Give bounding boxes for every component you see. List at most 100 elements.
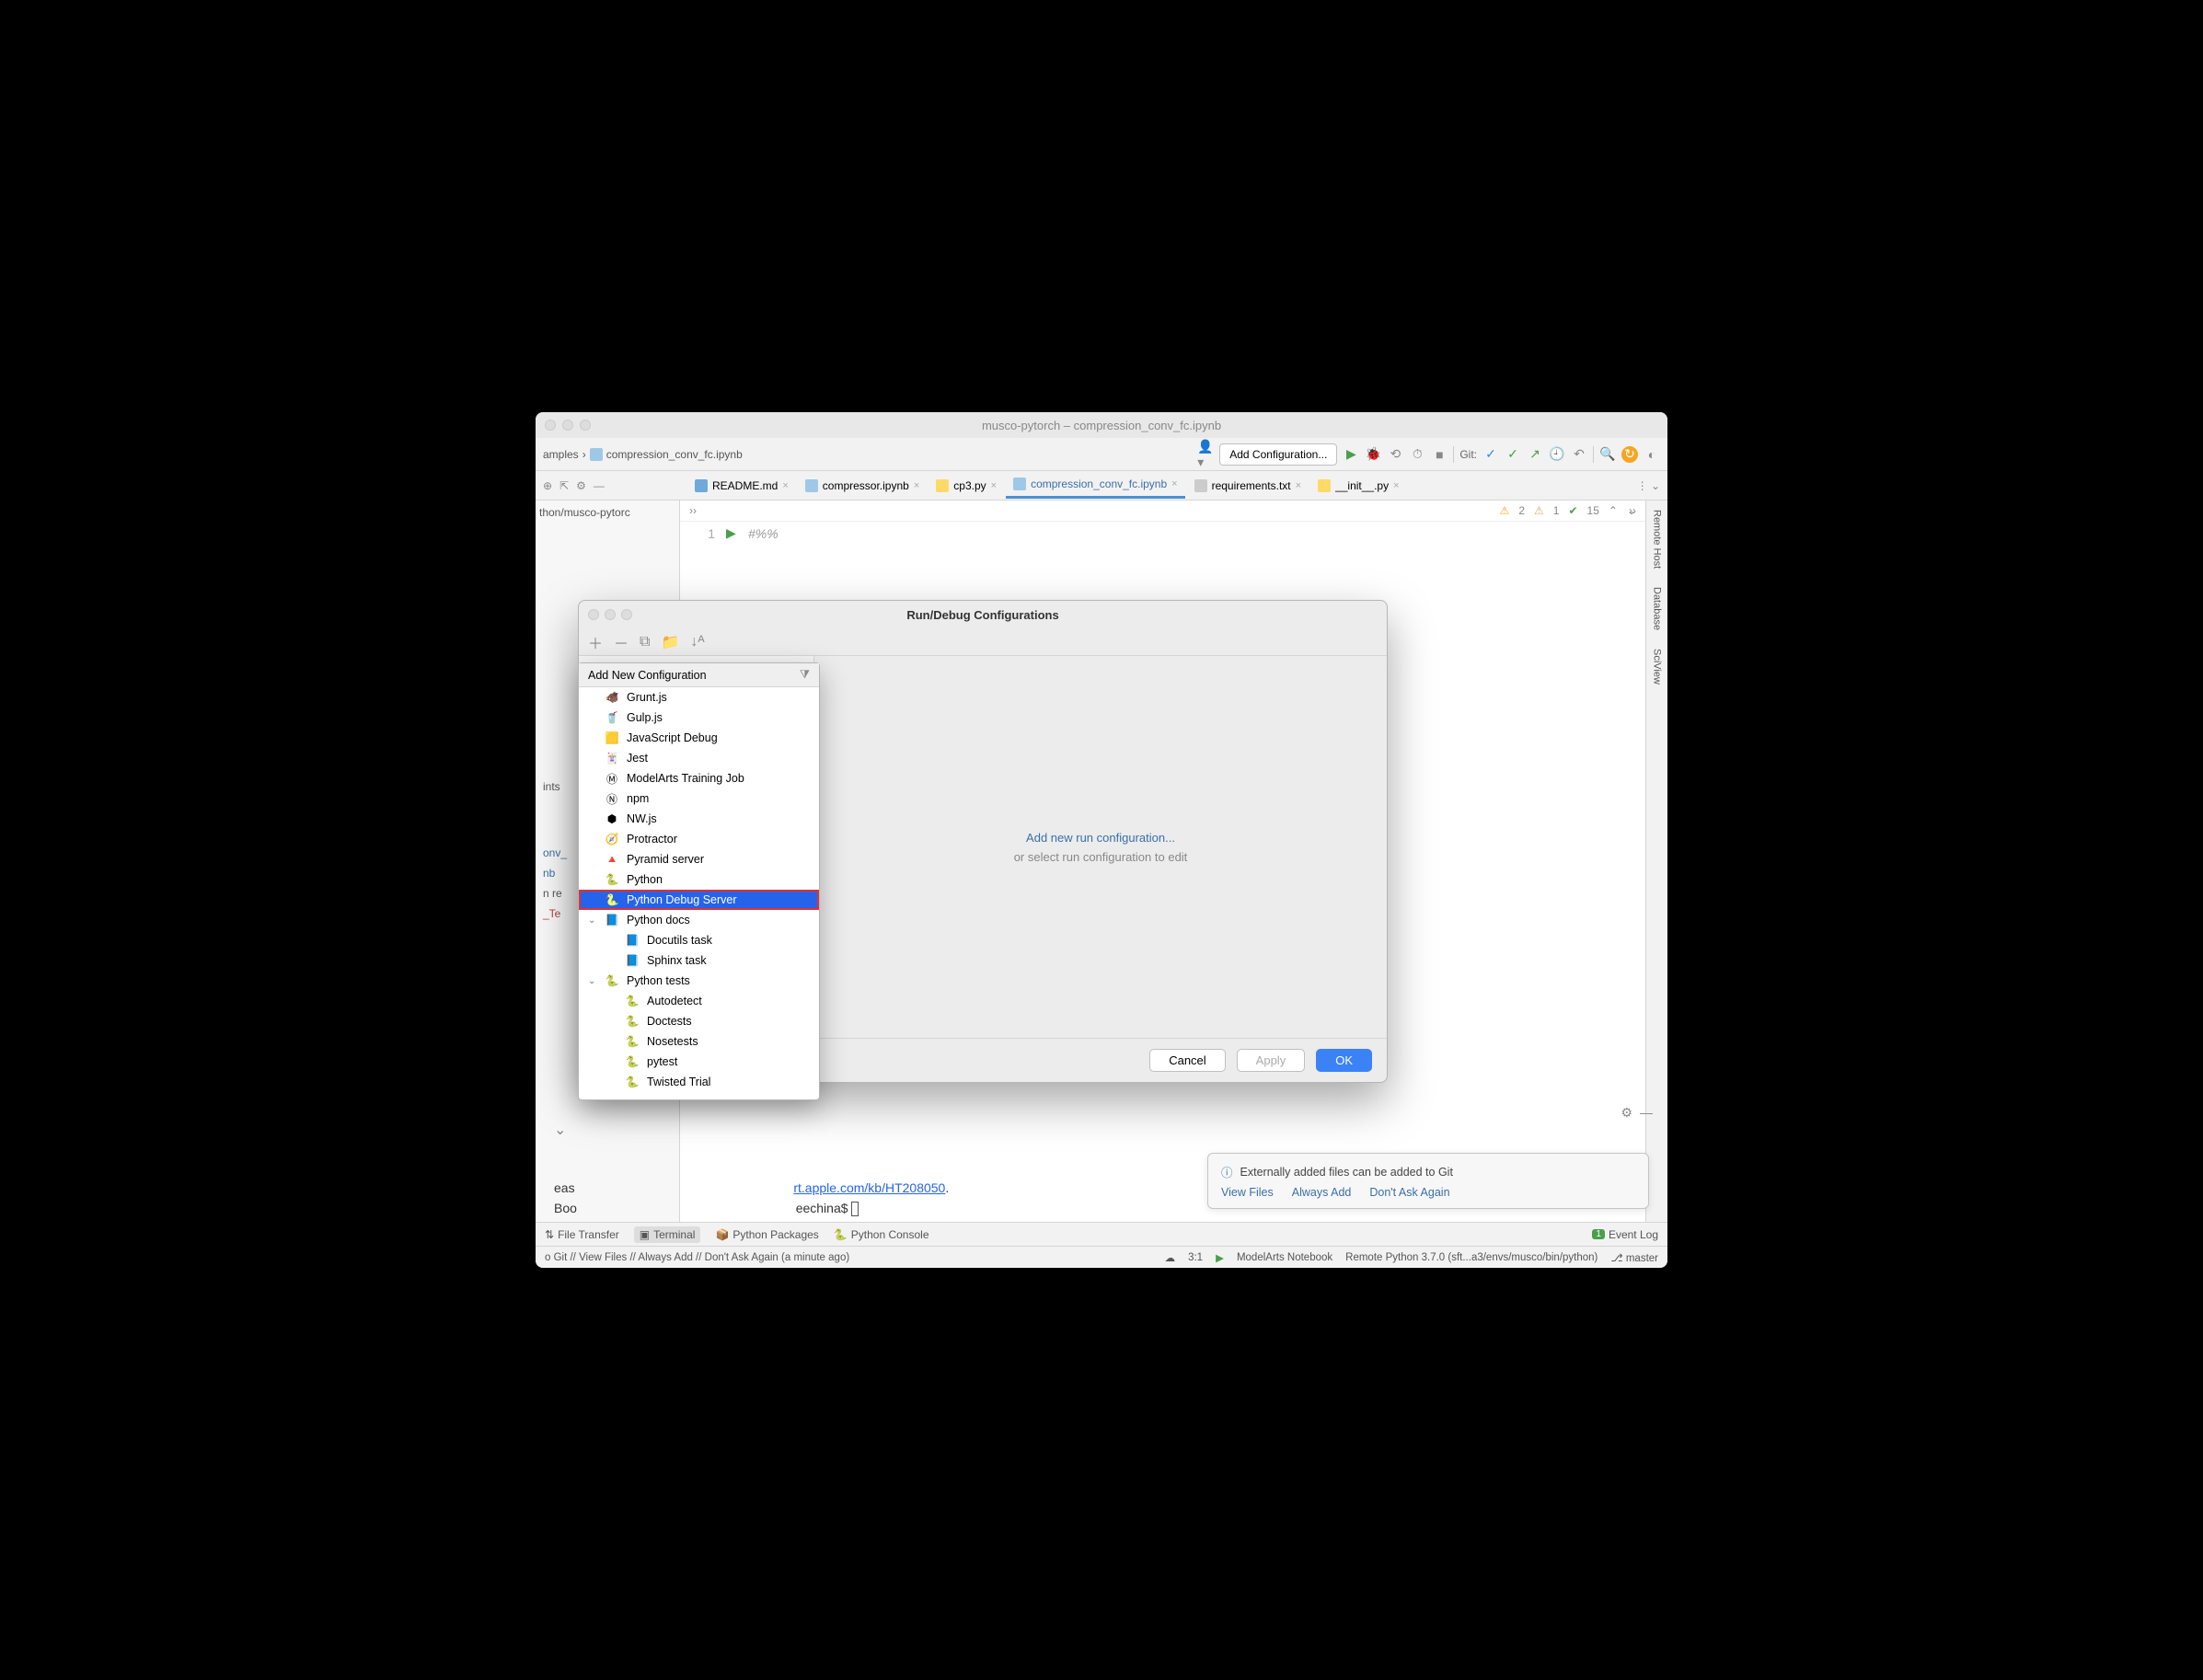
search-icon[interactable]: 🔍 <box>1599 446 1616 463</box>
remove-icon[interactable]: － <box>614 631 629 653</box>
max-dot[interactable] <box>621 609 632 620</box>
database-tab[interactable]: Database <box>1652 587 1663 630</box>
tab-dropdown-icon[interactable]: ⋮ ⌄ <box>1637 479 1667 492</box>
popup-list[interactable]: 🐗Grunt.js🥤Gulp.js🟨JavaScript Debug🃏JestⓂ… <box>579 687 819 1099</box>
close-dot[interactable] <box>588 609 599 620</box>
always-add-link[interactable]: Always Add <box>1292 1186 1352 1199</box>
config-type-item[interactable]: ⌄🐍Python tests <box>579 971 819 991</box>
apply-button[interactable]: Apply <box>1237 1049 1306 1072</box>
chevron-icon[interactable]: ›› <box>689 504 697 517</box>
git-commit-icon[interactable]: ✓ <box>1505 446 1521 463</box>
stop-icon[interactable]: ■ <box>1431 446 1448 463</box>
sort-icon[interactable]: ↓ᴬ <box>690 634 704 650</box>
close-icon[interactable]: × <box>1171 478 1177 489</box>
expand-caret-icon[interactable]: ⌄ <box>588 915 595 926</box>
add-config-link[interactable]: Add new run configuration... <box>1026 831 1175 845</box>
gear-icon[interactable]: ⚙ <box>576 479 586 492</box>
project-path[interactable]: thon/musco-pytorc <box>539 504 675 521</box>
max-dot[interactable] <box>580 420 591 431</box>
terminal-link[interactable]: rt.apple.com/kb/HT208050 <box>793 1180 945 1195</box>
rollback-icon[interactable]: ↶ <box>1571 446 1587 463</box>
python-packages-tab[interactable]: 📦 Python Packages <box>715 1228 818 1241</box>
config-type-item[interactable]: 📘Docutils task <box>579 930 819 950</box>
folder-icon[interactable]: 📁 <box>661 633 679 651</box>
editor-tab[interactable]: cp3.py× <box>928 473 1004 499</box>
debug-icon[interactable]: 🐞 <box>1365 446 1381 463</box>
git-branch[interactable]: ⎇ master <box>1610 1251 1658 1264</box>
run-icon[interactable]: ▶ <box>1343 446 1359 463</box>
down-icon[interactable]: ⌄ <box>1627 504 1636 517</box>
ide-update-icon[interactable]: ↻ <box>1621 446 1638 463</box>
hide-icon[interactable]: — <box>594 479 605 492</box>
config-type-item[interactable]: 🐍pytest <box>579 1052 819 1072</box>
run-cell-icon[interactable]: ▶ <box>726 525 748 541</box>
user-icon[interactable]: 👤▾ <box>1197 446 1214 463</box>
code-text[interactable]: #%% <box>748 526 779 541</box>
config-type-item[interactable]: 🐍Python Debug Server <box>579 890 819 910</box>
close-dot[interactable] <box>545 420 556 431</box>
config-type-item[interactable]: 🐍Autodetect <box>579 991 819 1011</box>
config-type-item[interactable]: ⬢NW.js <box>579 809 819 829</box>
inspections-widget[interactable]: ⚠2 ⚠1 ✔15 ⌃ ⌄ <box>1500 504 1636 517</box>
editor-tab[interactable]: __init__.py× <box>1310 473 1406 499</box>
expand-icon[interactable]: ⇱ <box>559 479 569 492</box>
terminal-prompt[interactable]: eechina$ <box>796 1201 852 1215</box>
config-type-item[interactable]: 🧭Protractor <box>579 829 819 849</box>
close-icon[interactable]: × <box>914 480 919 491</box>
weak-warning-icon[interactable]: ⚠ <box>1534 504 1544 517</box>
config-type-item[interactable]: 🃏Jest <box>579 748 819 768</box>
config-type-item[interactable]: 🥤Gulp.js <box>579 708 819 728</box>
breadcrumb-item[interactable]: compression_conv_fc.ipynb <box>606 448 743 461</box>
chevron-down-icon[interactable]: ⌄ <box>554 1121 566 1139</box>
run-config-selector[interactable]: Add Configuration... <box>1219 443 1337 466</box>
breadcrumb[interactable]: amples › compression_conv_fc.ipynb <box>543 448 743 461</box>
editor-tab[interactable]: requirements.txt× <box>1187 473 1309 499</box>
config-type-item[interactable]: 🐍Nosetests <box>579 1031 819 1052</box>
editor-tab[interactable]: README.md× <box>687 473 796 499</box>
event-log-tab[interactable]: 1 Event Log <box>1592 1228 1658 1241</box>
breadcrumb-item[interactable]: amples <box>543 448 579 461</box>
git-push-icon[interactable]: ↗ <box>1527 446 1543 463</box>
editor-tab[interactable]: compressor.ipynb× <box>798 473 927 499</box>
hide-icon[interactable]: — <box>1640 1105 1653 1121</box>
coverage-icon[interactable]: ⟲ <box>1387 446 1403 463</box>
close-icon[interactable]: × <box>782 480 788 491</box>
config-type-item[interactable]: 🐍Doctests <box>579 1011 819 1031</box>
warning-icon[interactable]: ⚠ <box>1500 504 1510 517</box>
sciview-tab[interactable]: SciView <box>1652 649 1663 685</box>
interpreter-label[interactable]: Remote Python 3.7.0 (sft...a3/envs/musco… <box>1345 1252 1597 1263</box>
copy-icon[interactable]: ⧉ <box>640 634 650 650</box>
gear-icon[interactable]: ⚙ <box>1621 1105 1632 1121</box>
cloud-icon[interactable]: ☁ <box>1165 1251 1176 1264</box>
min-dot[interactable] <box>605 609 616 620</box>
config-type-item[interactable]: 🔺Pyramid server <box>579 849 819 869</box>
view-files-link[interactable]: View Files <box>1221 1186 1274 1199</box>
run-icon[interactable]: ▶ <box>1216 1251 1224 1264</box>
config-type-item[interactable]: 🐗Grunt.js <box>579 687 819 708</box>
profile-icon[interactable]: ⏱ <box>1409 446 1425 463</box>
python-console-tab[interactable]: 🐍 Python Console <box>834 1228 929 1241</box>
notebook-label[interactable]: ModelArts Notebook <box>1237 1252 1332 1263</box>
code-line-1[interactable]: 1 ▶ #%% <box>680 522 1645 545</box>
remote-host-tab[interactable]: Remote Host <box>1652 510 1663 569</box>
config-type-item[interactable]: ⌄📘Python docs <box>579 910 819 930</box>
select-target-icon[interactable]: ⊕ <box>543 479 552 492</box>
close-icon[interactable]: × <box>1296 480 1301 491</box>
config-type-item[interactable]: 📘Sphinx task <box>579 950 819 971</box>
expand-caret-icon[interactable]: ⌄ <box>588 976 595 986</box>
terminal-tab[interactable]: ▣ Terminal <box>634 1226 701 1243</box>
ok-button[interactable]: OK <box>1316 1049 1372 1072</box>
up-icon[interactable]: ⌃ <box>1609 504 1618 517</box>
toolbox-icon[interactable]: ◐ <box>1644 446 1660 463</box>
min-dot[interactable] <box>562 420 573 431</box>
history-icon[interactable]: 🕘 <box>1549 446 1565 463</box>
git-update-icon[interactable]: ✓ <box>1482 446 1499 463</box>
typo-icon[interactable]: ✔ <box>1568 504 1577 517</box>
add-icon[interactable]: ＋ <box>588 631 603 653</box>
file-transfer-tab[interactable]: ⇅ File Transfer <box>545 1228 619 1241</box>
caret-position[interactable]: 3:1 <box>1188 1252 1203 1263</box>
config-type-item[interactable]: Ⓝnpm <box>579 788 819 809</box>
config-type-item[interactable]: 🐍Twisted Trial <box>579 1072 819 1092</box>
editor-tab[interactable]: compression_conv_fc.ipynb× <box>1006 473 1185 499</box>
close-icon[interactable]: × <box>1393 480 1399 491</box>
